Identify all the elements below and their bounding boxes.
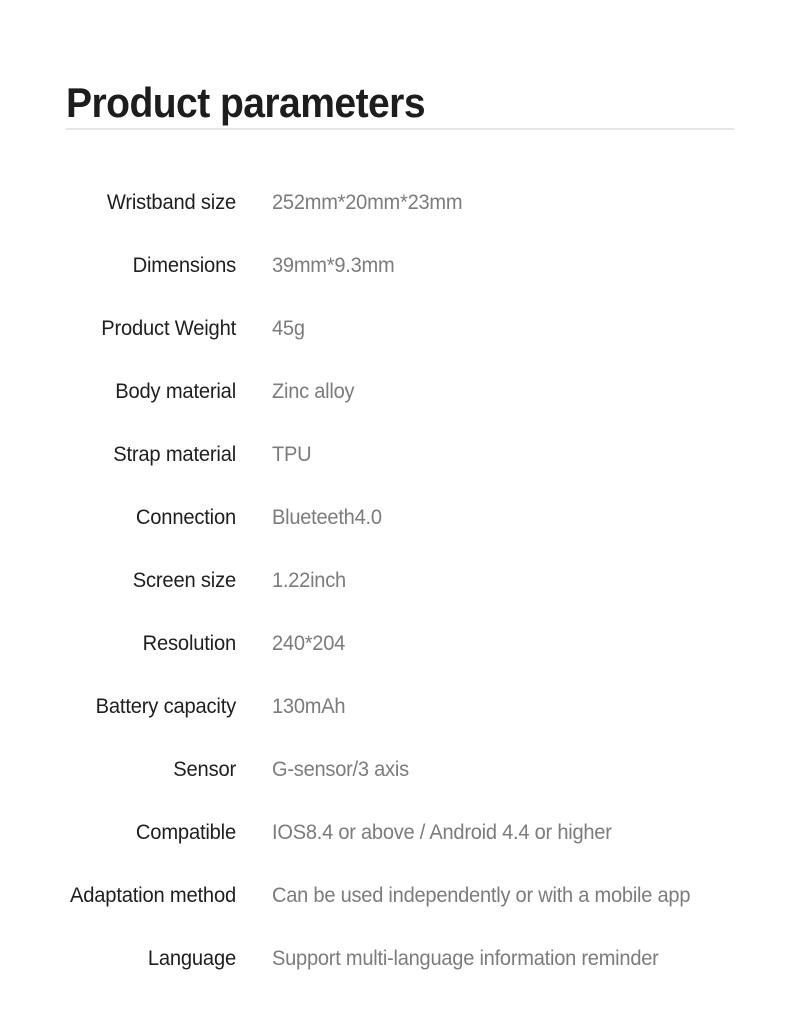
spec-label: Resolution <box>142 632 237 655</box>
spec-row: Adaptation method Can be used independent… <box>0 884 800 947</box>
spec-row: Dimensions 39mm*9.3mm <box>0 254 800 317</box>
spec-row: Wristband size 252mm*20mm*23mm <box>0 191 800 254</box>
spec-label: Sensor <box>173 758 236 781</box>
spec-value: 39mm*9.3mm <box>272 254 395 277</box>
spec-row: Product Weight 45g <box>0 317 800 380</box>
spec-value: Blueteeth4.0 <box>272 506 382 529</box>
spec-row: Resolution 240*204 <box>0 632 800 695</box>
spec-row: Connection Blueteeth4.0 <box>0 506 800 569</box>
spec-value: G-sensor/3 axis <box>272 758 409 781</box>
product-parameters-page: Product parameters Wristband size 252mm*2… <box>0 0 800 998</box>
spec-value: 1.22inch <box>272 569 346 592</box>
spec-label: Strap material <box>113 443 236 466</box>
spec-label: Wristband size <box>106 191 236 214</box>
spec-value: 240*204 <box>272 632 346 655</box>
specification-table: Wristband size 252mm*20mm*23mm Dimensions 3… <box>0 191 800 1010</box>
spec-value: 130mAh <box>272 695 346 718</box>
title-divider <box>66 128 734 130</box>
page-title: Product parameters <box>66 79 426 127</box>
spec-value: 252mm*20mm*23mm <box>272 191 463 214</box>
spec-label: Product Weight <box>101 317 236 340</box>
spec-value: TPU <box>272 443 312 466</box>
spec-row: Language Support multi-language informati… <box>0 947 800 1010</box>
spec-value: Can be used independently or with a mobi… <box>272 884 691 907</box>
spec-label: Adaptation method <box>70 884 236 907</box>
spec-label: Compatible <box>135 821 236 844</box>
spec-label: Connection <box>135 506 236 529</box>
spec-value: Support multi-language information remin… <box>272 947 659 970</box>
spec-label: Screen size <box>132 569 236 592</box>
spec-label: Body material <box>115 380 236 403</box>
spec-row: Sensor G-sensor/3 axis <box>0 758 800 821</box>
spec-row: Body material Zinc alloy <box>0 380 800 443</box>
spec-row: Screen size 1.22inch <box>0 569 800 632</box>
spec-label: Language <box>147 947 236 970</box>
spec-row: Battery capacity 130mAh <box>0 695 800 758</box>
spec-label: Dimensions <box>132 254 237 277</box>
spec-value: Zinc alloy <box>272 380 355 403</box>
spec-label: Battery capacity <box>95 695 237 718</box>
spec-row: Strap material TPU <box>0 443 800 506</box>
spec-value: IOS8.4 or above / Android 4.4 or higher <box>272 821 612 844</box>
spec-row: Compatible IOS8.4 or above / Android 4.4 … <box>0 821 800 884</box>
spec-value: 45g <box>272 317 305 340</box>
